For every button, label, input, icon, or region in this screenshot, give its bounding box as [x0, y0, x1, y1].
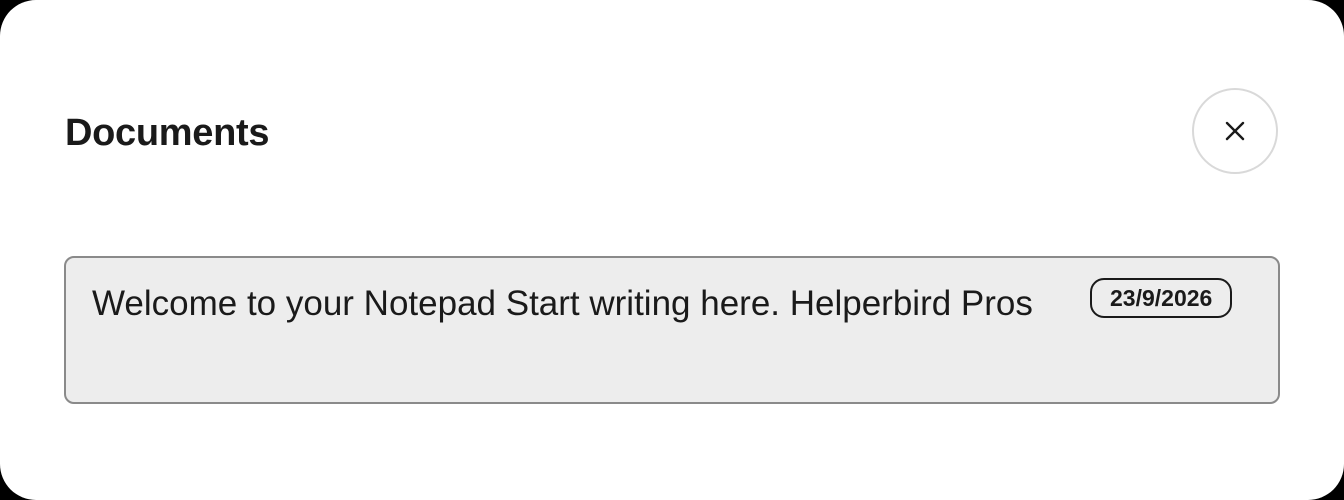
dialog-title: Documents	[65, 112, 270, 154]
close-button[interactable]	[1192, 88, 1278, 174]
document-preview-text: Welcome to your Notepad Start writing he…	[92, 284, 1033, 323]
document-card[interactable]: Welcome to your Notepad Start writing he…	[64, 256, 1280, 404]
close-icon	[1225, 121, 1245, 141]
document-date-badge: 23/9/2026	[1090, 278, 1233, 318]
documents-dialog: Documents Welcome to your Notepad Start …	[0, 0, 1344, 500]
